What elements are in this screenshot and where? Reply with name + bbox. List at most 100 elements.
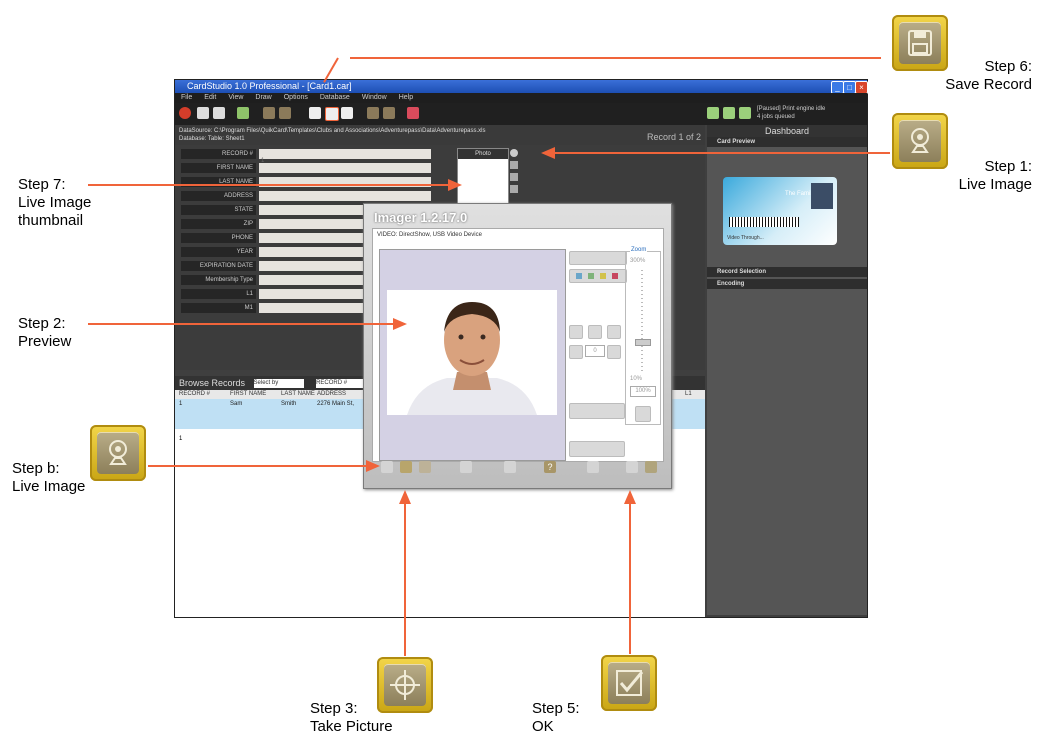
crop-icon[interactable] [510, 161, 518, 169]
checkmark-icon [608, 662, 650, 704]
imager-title: Imager 1.2.17.0 [374, 210, 468, 225]
flip-controls[interactable] [569, 251, 627, 265]
field-address[interactable] [259, 191, 431, 201]
engine-settings-button[interactable] [707, 107, 719, 119]
color-yellow-button[interactable] [600, 273, 606, 279]
stepb-desc: Live Image [12, 478, 86, 495]
take-picture-button[interactable] [400, 461, 412, 473]
cell-record: 1 [179, 401, 183, 407]
crop-button[interactable] [569, 403, 625, 419]
engine-stop-button[interactable] [739, 107, 751, 119]
zoom-panel: Zoom 300% 10% 100% [625, 247, 661, 425]
card-photo [811, 183, 833, 209]
menu-file[interactable]: File [181, 94, 192, 101]
label-membership-type: Membership Type [181, 275, 256, 285]
toolbar: [Paused] Print engine idle 4 jobs queued [175, 103, 867, 125]
color-green-button[interactable] [588, 273, 594, 279]
zoom-slider-handle[interactable] [635, 339, 651, 346]
step1-title: Step 1: [984, 158, 1032, 175]
last-record-button[interactable] [383, 107, 395, 119]
stepb-arrowhead [366, 460, 380, 472]
print-preview-button[interactable] [341, 107, 353, 119]
step6-title: Step 6: [984, 58, 1032, 75]
step5-line [629, 504, 631, 654]
step5-desc: OK [532, 718, 554, 735]
new-button[interactable] [197, 107, 209, 119]
first-record-button[interactable] [367, 107, 379, 119]
menu-window[interactable]: Window [362, 94, 387, 101]
zoom-fit-button[interactable] [635, 406, 651, 422]
rotate-right-button[interactable] [607, 325, 621, 339]
step7-line [88, 184, 448, 186]
next-record-button[interactable] [279, 107, 291, 119]
step5-label: Step 5: OK [532, 700, 580, 736]
section-encoding[interactable]: Encoding [707, 279, 867, 289]
imager-dialog: Imager 1.2.17.0 VIDEO: DirectShow, USB V… [363, 203, 672, 489]
photo-tools [510, 149, 520, 209]
rotate-value[interactable]: 0 [585, 345, 605, 357]
print-button[interactable] [407, 107, 419, 119]
col-address[interactable]: ADDRESS [317, 390, 346, 399]
step3-line [404, 504, 406, 656]
undo-button[interactable] [587, 461, 599, 473]
field-select-input[interactable]: RECORD # [316, 379, 369, 389]
video-source: VIDEO: DirectShow, USB Video Device [377, 232, 482, 238]
row-2-record[interactable]: 1 [179, 436, 182, 442]
help-button[interactable]: ? [544, 461, 556, 473]
save-record-button[interactable] [325, 107, 339, 121]
dashboard-title: Dashboard [707, 125, 867, 137]
rotate-left-button[interactable] [569, 325, 583, 339]
portrait-svg [407, 302, 537, 415]
live-image-small-icon[interactable] [510, 149, 518, 157]
step1-arrowhead [541, 147, 555, 159]
live-image-button[interactable] [381, 461, 393, 473]
cancel-button[interactable] [645, 461, 657, 473]
col-last-name[interactable]: LAST NAME [281, 390, 315, 399]
step1-desc: Live Image [958, 176, 1032, 193]
menu-edit[interactable]: Edit [204, 94, 216, 101]
scan-button[interactable] [460, 461, 472, 473]
field-first-name[interactable] [259, 163, 431, 173]
menu-options[interactable]: Options [284, 94, 308, 101]
grid-button[interactable] [419, 461, 431, 473]
label-address: ADDRESS [181, 191, 256, 201]
rotate-minus-button[interactable] [569, 345, 583, 359]
step6-label: Step 6: Save Record [920, 58, 1032, 94]
section-record-selection[interactable]: Record Selection [707, 267, 867, 277]
adjust-button[interactable] [569, 441, 625, 457]
title-bar: CardStudio 1.0 Professional - [Card1.car… [175, 80, 868, 94]
menu-draw[interactable]: Draw [255, 94, 271, 101]
barcode [729, 217, 799, 227]
col-first-name[interactable]: FIRST NAME [230, 390, 266, 399]
section-card-preview[interactable]: Card Preview [707, 137, 867, 147]
field-record[interactable]: 1 [259, 149, 431, 164]
ok-icon-badge [601, 655, 657, 711]
menu-view[interactable]: View [228, 94, 243, 101]
col-l1[interactable]: L1 [685, 390, 692, 399]
rotate-plus-button[interactable] [607, 345, 621, 359]
folder-icon[interactable] [510, 173, 518, 181]
select-by-dropdown[interactable]: Select by [253, 379, 304, 389]
menu-database[interactable]: Database [320, 94, 350, 101]
menu-help[interactable]: Help [399, 94, 413, 101]
photo-label: Photo [458, 149, 508, 159]
step2-title: Step 2: [18, 315, 66, 332]
database-info: Database: Table: Sheet1 [179, 136, 245, 142]
open-file-button[interactable] [504, 461, 516, 473]
color-blue-button[interactable] [576, 273, 582, 279]
import-button[interactable] [309, 107, 321, 119]
step5-title: Step 5: [532, 700, 580, 717]
edit-icon[interactable] [510, 185, 518, 193]
preview-area [379, 249, 566, 461]
zoom-track[interactable] [641, 270, 643, 374]
label-expiration-date: EXPIRATION DATE [181, 261, 256, 271]
layout-button[interactable] [237, 107, 249, 119]
color-red-button[interactable] [612, 273, 618, 279]
engine-start-button[interactable] [723, 107, 735, 119]
rotate-reset-button[interactable] [588, 325, 602, 339]
prev-record-button[interactable] [263, 107, 275, 119]
open-button[interactable] [213, 107, 225, 119]
col-record[interactable]: RECORD # [179, 390, 210, 399]
ok-button[interactable] [626, 461, 638, 473]
zoom-value[interactable]: 100% [630, 386, 656, 397]
